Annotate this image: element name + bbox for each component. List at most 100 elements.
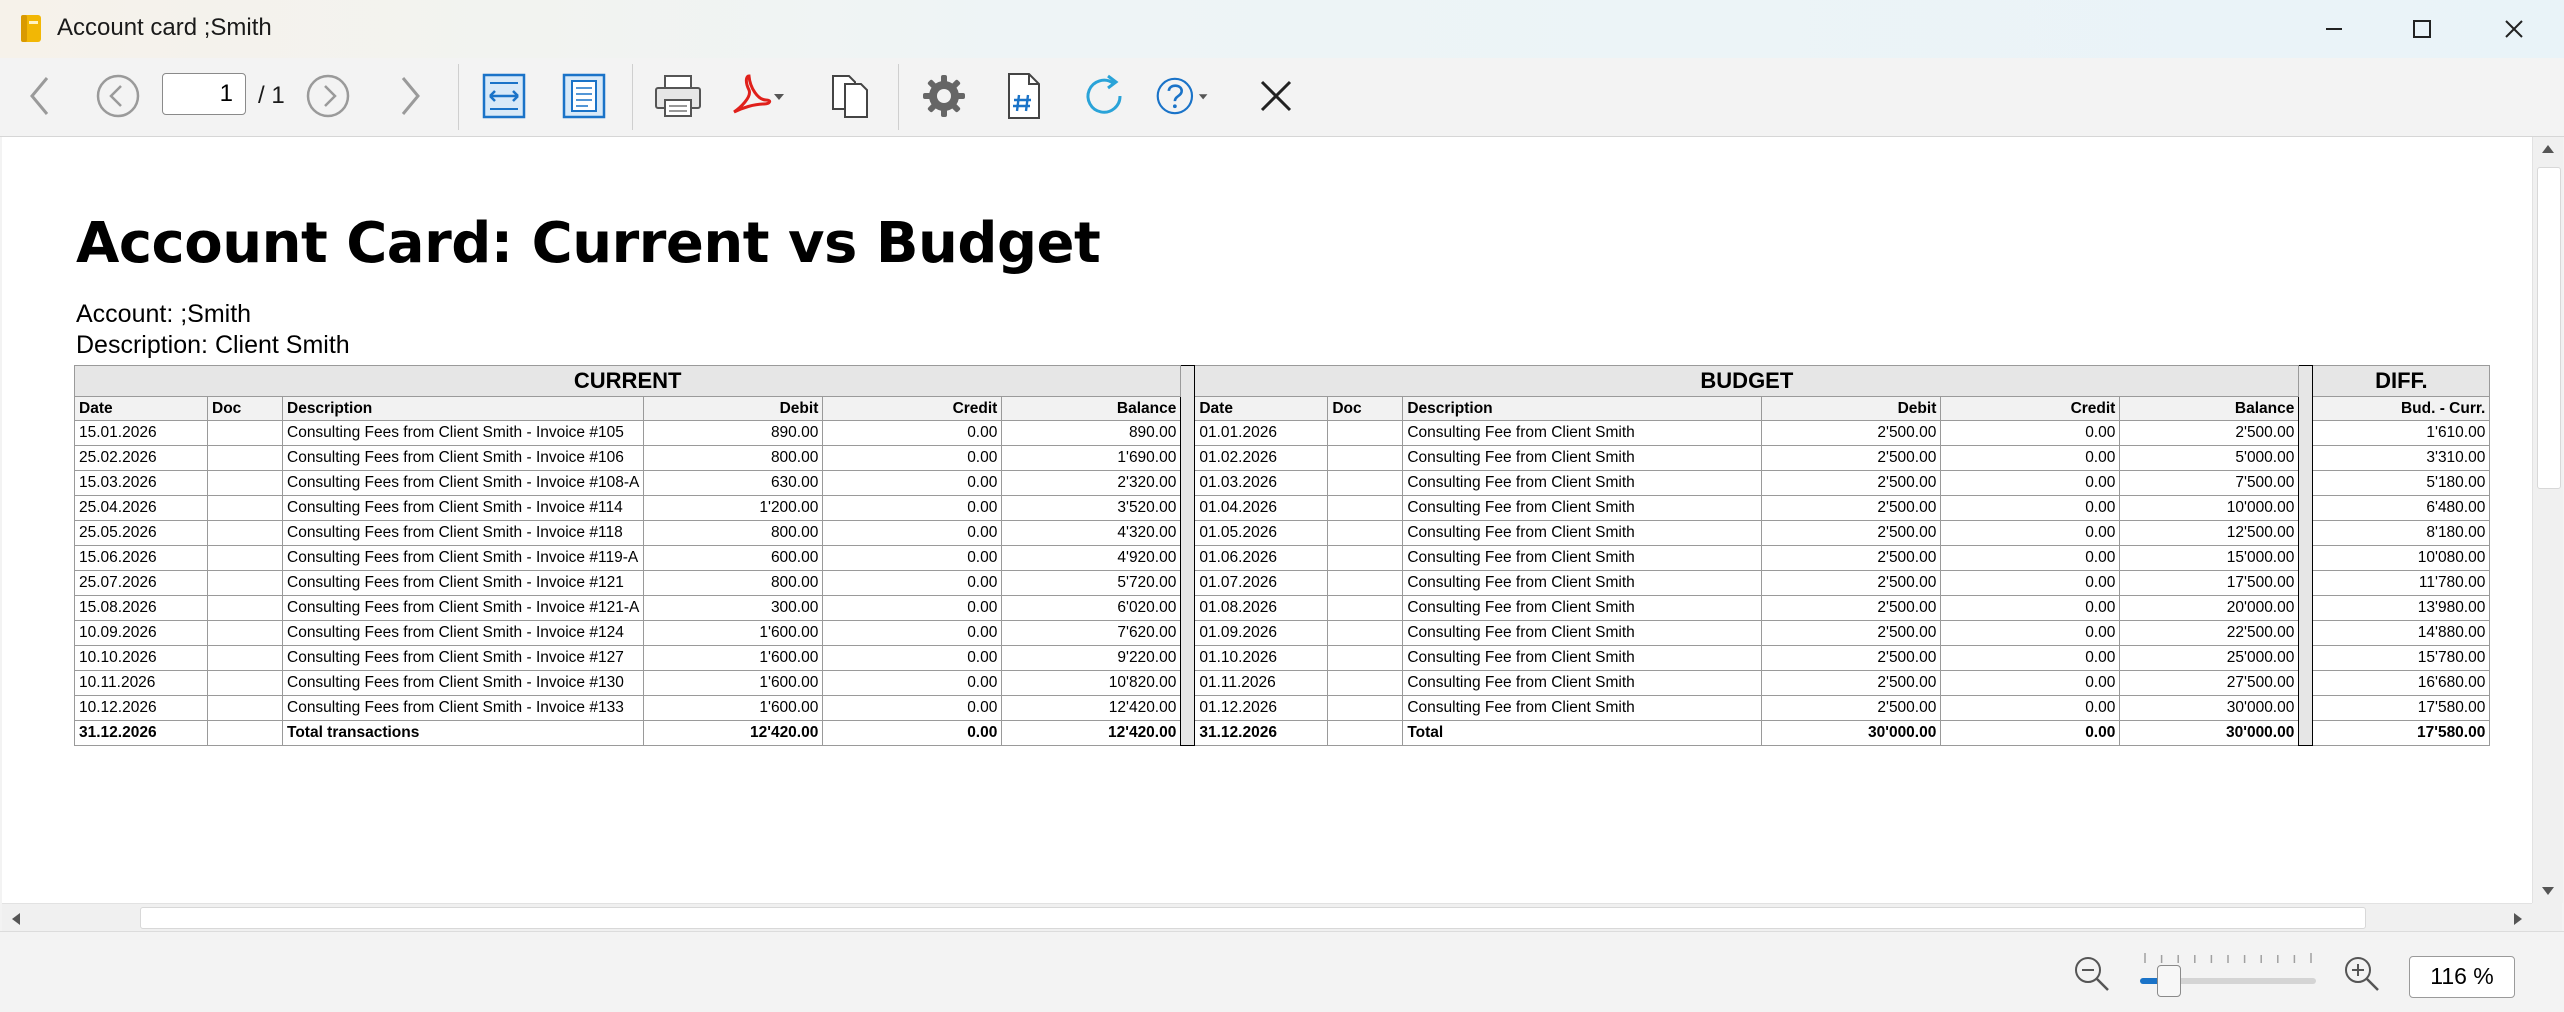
close-window-button[interactable] (2468, 0, 2560, 58)
scroll-down-icon[interactable] (2541, 885, 2555, 897)
copy-button[interactable] (820, 66, 880, 126)
budget-balance-cell: 27'500.00 (2119, 670, 2300, 696)
budget-debit-cell: 2'500.00 (1761, 670, 1942, 696)
table-row: 10.09.2026 Consulting Fees from Client Sm… (74, 620, 2491, 646)
budget-doc-cell (1327, 645, 1404, 671)
budget-balance-cell: 25'000.00 (2119, 645, 2300, 671)
help-button[interactable] (1156, 66, 1216, 126)
current-credit-cell: 0.00 (822, 470, 1003, 496)
horizontal-scrollbar[interactable] (2, 903, 2532, 932)
close-icon (1260, 80, 1292, 112)
page-number-input[interactable]: 1 (162, 73, 246, 115)
diff-cell: 1'610.00 (2312, 420, 2491, 446)
export-pdf-button[interactable] (728, 66, 788, 126)
col-credit: Credit (1940, 396, 2121, 421)
current-doc-cell (207, 645, 283, 671)
vertical-scroll-thumb[interactable] (2537, 167, 2561, 489)
current-description-cell: Consulting Fees from Client Smith - Invo… (281, 645, 645, 671)
page-number-settings-button[interactable] (994, 66, 1054, 126)
budget-credit-cell: 0.00 (1940, 495, 2121, 521)
current-date-cell: 25.02.2026 (74, 445, 208, 471)
current-doc-cell (207, 670, 283, 696)
zoom-out-icon[interactable] (2072, 954, 2112, 994)
scroll-left-icon[interactable] (10, 912, 22, 926)
current-date-cell: 15.06.2026 (74, 545, 208, 571)
refresh-button[interactable] (1074, 66, 1134, 126)
section-current: CURRENT (73, 365, 1182, 397)
current-debit-cell: 1'600.00 (643, 695, 824, 721)
budget-description-cell: Consulting Fee from Client Smith (1402, 495, 1763, 521)
col-doc: Doc (1327, 396, 1404, 421)
current-credit-cell: 0.00 (822, 670, 1003, 696)
budget-debit-cell: 2'500.00 (1761, 595, 1942, 621)
next-page-button[interactable] (298, 66, 358, 126)
zoom-value-field[interactable]: 116 % (2409, 956, 2515, 998)
diff-cell: 16'680.00 (2312, 670, 2491, 696)
diff-cell: 11'780.00 (2312, 570, 2491, 596)
current-doc-cell (207, 470, 283, 496)
zoom-in-icon[interactable] (2342, 954, 2382, 994)
current-date-cell: 10.09.2026 (74, 620, 208, 646)
scroll-up-icon[interactable] (2541, 143, 2555, 155)
current-credit-cell: 0.00 (822, 445, 1003, 471)
col-date: Date (74, 396, 208, 421)
settings-button[interactable] (914, 66, 974, 126)
col-bud-curr: Bud. - Curr. (2312, 396, 2491, 421)
current-doc-cell (207, 595, 283, 621)
toolbar: 1 / 1 (0, 58, 2564, 137)
maximize-icon (2413, 20, 2431, 38)
current-date-cell: 10.11.2026 (74, 670, 208, 696)
print-button[interactable] (648, 66, 708, 126)
table-row: 10.12.2026 Consulting Fees from Client Sm… (74, 695, 2491, 721)
first-page-button[interactable] (10, 66, 70, 126)
account-line: Account: ;Smith (76, 300, 252, 328)
budget-description-cell: Consulting Fee from Client Smith (1402, 670, 1763, 696)
scrollbar-corner (2532, 903, 2562, 931)
current-debit-cell: 800.00 (643, 570, 824, 596)
budget-debit-cell: 2'500.00 (1761, 695, 1942, 721)
current-credit-cell: 0.00 (822, 620, 1003, 646)
current-debit-cell: 1'600.00 (643, 620, 824, 646)
current-balance-cell: 12'420.00 (1001, 695, 1182, 721)
minimize-button[interactable] (2288, 0, 2380, 58)
current-debit-cell: 300.00 (643, 595, 824, 621)
col-debit: Debit (643, 396, 824, 421)
current-date-cell: 25.04.2026 (74, 495, 208, 521)
previous-page-button[interactable] (88, 66, 148, 126)
current-description-cell: Consulting Fees from Client Smith - Invo… (281, 695, 645, 721)
budget-credit-cell: 0.00 (1940, 595, 2121, 621)
budget-balance-cell: 30'000.00 (2119, 695, 2300, 721)
maximize-button[interactable] (2376, 0, 2468, 58)
fit-width-button[interactable] (474, 66, 534, 126)
budget-credit-cell: 0.00 (1940, 620, 2121, 646)
current-date-cell: 25.05.2026 (74, 520, 208, 546)
horizontal-scroll-thumb[interactable] (140, 907, 2366, 929)
budget-credit-cell: 0.00 (1940, 520, 2121, 546)
scroll-right-icon[interactable] (2512, 912, 2524, 926)
budget-date-cell: 01.07.2026 (1194, 570, 1329, 596)
col-description: Description (281, 396, 645, 421)
budget-description-cell: Consulting Fee from Client Smith (1402, 570, 1763, 596)
budget-debit-cell: 2'500.00 (1761, 470, 1942, 496)
last-page-button[interactable] (380, 66, 440, 126)
current-debit-cell: 600.00 (643, 545, 824, 571)
current-debit-cell: 890.00 (643, 420, 824, 446)
column-separator (1180, 365, 1196, 746)
budget-doc-cell (1327, 520, 1404, 546)
diff-cell: 10'080.00 (2312, 545, 2491, 571)
budget-description-cell: Consulting Fee from Client Smith (1402, 645, 1763, 671)
table-row: 25.07.2026 Consulting Fees from Client Sm… (74, 570, 2491, 596)
current-doc-cell (207, 570, 283, 596)
vertical-scrollbar[interactable] (2532, 137, 2563, 903)
zoom-slider-handle[interactable] (2157, 965, 2182, 997)
current-credit-cell: 0.00 (822, 570, 1003, 596)
section-header-row: CURRENT BUDGET DIFF. (73, 365, 2491, 746)
budget-debit-cell: 2'500.00 (1761, 570, 1942, 596)
diff-cell: 15'780.00 (2312, 645, 2491, 671)
close-report-button[interactable] (1246, 66, 1306, 126)
current-description-cell: Consulting Fees from Client Smith - Invo… (281, 595, 645, 621)
col-credit: Credit (822, 396, 1003, 421)
fit-page-button[interactable] (554, 66, 614, 126)
toolbar-separator (458, 64, 459, 130)
copy-icon (832, 75, 868, 118)
